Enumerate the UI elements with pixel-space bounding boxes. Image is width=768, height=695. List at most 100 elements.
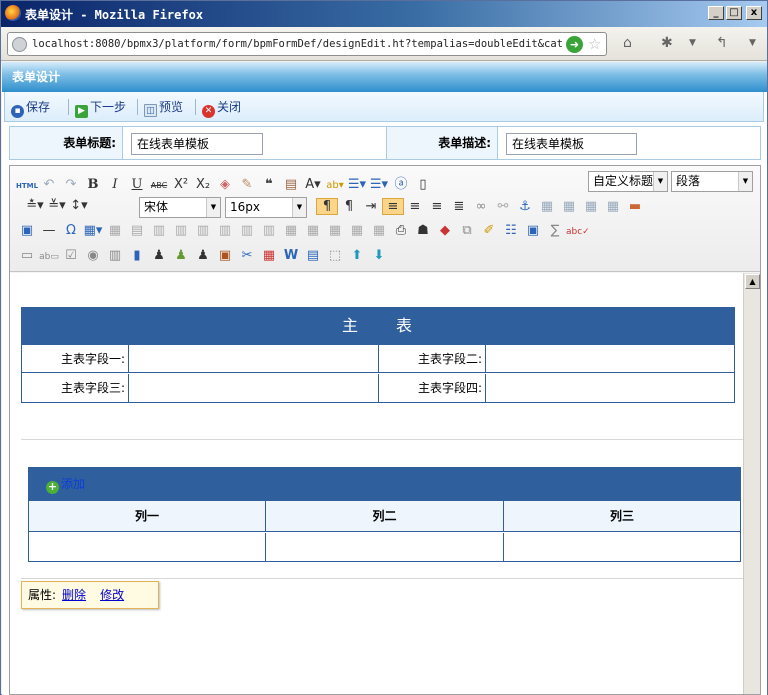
- address-bar[interactable]: localhost:8080/bpmx3/platform/form/bpmFo…: [7, 32, 607, 56]
- ordered-list-icon[interactable]: ☰▾: [346, 177, 368, 192]
- table-op-11-icon[interactable]: ▦: [368, 223, 390, 238]
- font-size-select[interactable]: 16px ▼: [225, 197, 307, 218]
- office-icon[interactable]: ▤: [302, 248, 324, 263]
- indent-icon[interactable]: ⇥: [360, 199, 382, 214]
- insert-table-icon[interactable]: ▦▾: [82, 223, 104, 238]
- table-op-10-icon[interactable]: ▦: [346, 223, 368, 238]
- copy-format-icon[interactable]: ⧉: [456, 223, 478, 238]
- image-left-icon[interactable]: ▦: [536, 199, 558, 214]
- bold-icon[interactable]: B: [82, 177, 104, 192]
- image-icon[interactable]: ▬: [624, 199, 646, 214]
- main-field-2-cell[interactable]: [486, 345, 734, 373]
- list-view-icon[interactable]: ☷: [500, 223, 522, 238]
- ltr-icon[interactable]: ¶: [316, 198, 338, 215]
- history-dropdown-icon[interactable]: ▼: [749, 38, 756, 48]
- subscript-icon[interactable]: X₂: [192, 177, 214, 192]
- close-button[interactable]: ✕ 关闭: [202, 99, 241, 118]
- url-text[interactable]: localhost:8080/bpmx3/platform/form/bpmFo…: [32, 38, 564, 50]
- close-window-button[interactable]: x: [746, 6, 762, 20]
- table-op-1-icon[interactable]: ▥: [148, 223, 170, 238]
- attachment-icon[interactable]: ✂: [236, 248, 258, 263]
- add-row-button[interactable]: + 添加: [46, 477, 85, 494]
- maximize-button[interactable]: □: [726, 6, 742, 20]
- move-down-icon[interactable]: ⬇: [368, 248, 390, 263]
- insert-frame-icon[interactable]: ▣: [16, 223, 38, 238]
- align-justify-icon[interactable]: ≣: [448, 199, 470, 214]
- row-spacing-bottom-icon[interactable]: ≚▾: [46, 198, 68, 213]
- font-color-icon[interactable]: A▾: [302, 177, 324, 192]
- paragraph-select[interactable]: 段落 ▼: [671, 171, 753, 192]
- unordered-list-icon[interactable]: ☰▾: [368, 177, 390, 192]
- position-selector-icon[interactable]: ▣: [214, 248, 236, 263]
- hidden-field-icon[interactable]: ⬚: [324, 248, 346, 263]
- site-identity-icon[interactable]: [12, 37, 27, 52]
- highlight-icon[interactable]: ab▾: [324, 180, 346, 191]
- radio-field-icon[interactable]: ◉: [82, 248, 104, 263]
- align-right-icon[interactable]: ≡: [426, 199, 448, 214]
- table-op-6-icon[interactable]: ▥: [258, 223, 280, 238]
- html-source-icon[interactable]: HTML: [16, 182, 38, 190]
- modify-link[interactable]: 修改: [100, 588, 124, 602]
- anchor-icon[interactable]: ⚓: [514, 199, 536, 214]
- main-field-3-cell[interactable]: [129, 374, 379, 402]
- form-desc-input[interactable]: 在线表单模板: [506, 133, 637, 155]
- clear-doc-icon[interactable]: ▯: [412, 177, 434, 192]
- insert-row-icon[interactable]: ▤: [126, 223, 148, 238]
- textarea-icon[interactable]: ab▭: [38, 252, 60, 262]
- preview-button[interactable]: ◫ 预览: [144, 99, 183, 117]
- font-family-select[interactable]: 宋体 ▼: [139, 197, 221, 218]
- rtl-icon[interactable]: ¶: [338, 199, 360, 214]
- image-none-icon[interactable]: ▦: [558, 199, 580, 214]
- form-title-input[interactable]: 在线表单模板: [131, 133, 263, 155]
- align-left-icon[interactable]: ≡: [382, 198, 404, 215]
- table-op-8-icon[interactable]: ▦: [302, 223, 324, 238]
- pen-icon[interactable]: ✐: [478, 223, 500, 238]
- italic-icon[interactable]: I: [104, 177, 126, 192]
- eraser-icon[interactable]: ◈: [214, 177, 236, 192]
- main-field-1-cell[interactable]: [129, 345, 379, 373]
- image-center-icon[interactable]: ▦: [602, 199, 624, 214]
- table-op-9-icon[interactable]: ▦: [324, 223, 346, 238]
- sub-table-cell[interactable]: [29, 533, 266, 561]
- special-char-icon[interactable]: Ω: [60, 223, 82, 238]
- next-step-button[interactable]: ▶ 下一步: [75, 99, 126, 118]
- delete-table-icon[interactable]: ▦: [104, 223, 126, 238]
- home-icon[interactable]: ⌂: [623, 35, 632, 51]
- unlink-icon[interactable]: ⚯: [492, 199, 514, 214]
- addon-icon[interactable]: ✱: [661, 35, 673, 51]
- user-selector-icon[interactable]: ♟: [148, 248, 170, 263]
- dropdown-icon[interactable]: ▼: [689, 38, 696, 48]
- table-op-3-icon[interactable]: ▥: [192, 223, 214, 238]
- shapes-icon[interactable]: ◆: [434, 223, 456, 238]
- book-icon[interactable]: ▮: [126, 248, 148, 263]
- spellcheck-icon[interactable]: abc✓: [566, 227, 590, 237]
- word-icon[interactable]: W: [280, 248, 302, 263]
- strikethrough-icon[interactable]: ABC: [148, 181, 170, 190]
- date-picker-icon[interactable]: ▦: [258, 248, 280, 263]
- delete-link[interactable]: 删除: [62, 588, 86, 602]
- quote-icon[interactable]: ❝: [258, 177, 280, 192]
- row-spacing-top-icon[interactable]: ≛▾: [24, 198, 46, 213]
- go-icon[interactable]: ➜: [566, 36, 583, 53]
- underline-icon[interactable]: U: [126, 177, 148, 192]
- dict-field-icon[interactable]: ▥: [104, 248, 126, 263]
- table-op-5-icon[interactable]: ▥: [236, 223, 258, 238]
- print-icon[interactable]: ⎙: [390, 223, 412, 238]
- bookmark-star-icon[interactable]: ☆: [588, 35, 601, 53]
- table-op-7-icon[interactable]: ▦: [280, 223, 302, 238]
- sum-icon[interactable]: ∑: [544, 223, 566, 238]
- vertical-scrollbar[interactable]: ▲: [743, 273, 760, 694]
- textbox-icon[interactable]: ▭: [16, 248, 38, 263]
- link-icon[interactable]: ∞: [470, 199, 492, 214]
- sub-table-cell[interactable]: [266, 533, 504, 561]
- grid-view-icon[interactable]: ▣: [522, 223, 544, 238]
- heading-select[interactable]: 自定义标题 ▼: [588, 171, 668, 192]
- table-op-4-icon[interactable]: ▥: [214, 223, 236, 238]
- sub-table-cell[interactable]: [504, 533, 740, 561]
- image-right-icon[interactable]: ▦: [580, 199, 602, 214]
- select-all-icon[interactable]: ⓐ: [390, 173, 412, 192]
- horizontal-rule-icon[interactable]: —: [38, 223, 60, 238]
- minimize-button[interactable]: _: [708, 6, 724, 20]
- search-replace-icon[interactable]: ☗: [412, 223, 434, 238]
- paste-icon[interactable]: ▤: [280, 177, 302, 192]
